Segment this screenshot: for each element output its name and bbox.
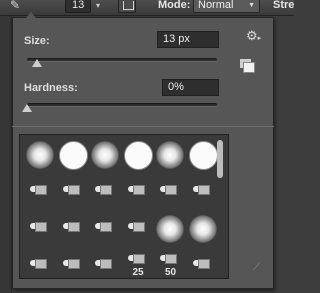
chevron-down-icon: ▼ — [248, 2, 255, 9]
resize-grip-icon[interactable]: ⟋ — [253, 262, 267, 274]
brush-preset-23[interactable]: 50 — [155, 251, 186, 278]
brush-preset-8[interactable] — [58, 177, 89, 209]
brush-tip-icon — [160, 184, 178, 195]
brush-preset-13[interactable] — [25, 214, 56, 246]
brush-preset-10[interactable] — [123, 177, 154, 209]
chevron-down-icon[interactable]: ▾ — [92, 0, 104, 12]
brush-tip-icon — [160, 253, 178, 264]
brush-preset-21[interactable] — [90, 251, 121, 278]
strength-label: Stre — [273, 0, 295, 11]
brush-tip-icon — [127, 253, 146, 264]
panel-icon — [123, 1, 134, 10]
brush-preset-2[interactable] — [58, 140, 89, 172]
brush-size-label: 50 — [164, 267, 177, 278]
brush-preset-19[interactable] — [25, 251, 56, 278]
brush-preset-14[interactable] — [58, 214, 89, 246]
size-label: Size: — [24, 35, 50, 47]
mode-select-value: Normal — [198, 0, 234, 11]
hardness-slider[interactable] — [27, 103, 217, 107]
brush-preset-22[interactable]: 25 — [123, 251, 154, 278]
brush-preset-5[interactable] — [155, 140, 186, 172]
soft-round-brush-icon — [91, 141, 119, 169]
brush-tip-icon — [62, 184, 81, 195]
soft-round-brush-icon — [156, 215, 184, 243]
brush-tip-icon — [95, 184, 113, 195]
new-preset-icon[interactable] — [240, 59, 255, 73]
brush-preset-grid: 25 50 — [19, 134, 229, 279]
hard-round-brush-icon — [58, 141, 88, 170]
hard-round-brush-icon — [123, 141, 153, 170]
brush-tip-icon — [95, 221, 113, 232]
brush-preset-18[interactable] — [188, 214, 219, 246]
brush-tip-icon — [30, 184, 48, 195]
hardness-label: Hardness: — [24, 82, 78, 94]
size-slider-thumb[interactable] — [31, 59, 42, 67]
size-slider[interactable] — [27, 58, 217, 62]
brush-tip-icon — [30, 258, 48, 269]
brush-tip-icon — [192, 258, 211, 269]
brush-preset-7[interactable] — [25, 177, 56, 209]
brush-tip-icon — [30, 221, 48, 232]
brush-panel-toggle-button[interactable] — [118, 0, 136, 13]
tools-panel-edge — [0, 16, 12, 293]
brush-preset-15[interactable] — [90, 214, 121, 246]
soft-round-brush-icon — [26, 141, 54, 169]
mode-select[interactable]: Normal ▼ — [193, 0, 260, 13]
brush-tip-icon — [127, 221, 146, 232]
brush-preset-11[interactable] — [155, 177, 186, 209]
brush-tip-icon — [62, 221, 81, 232]
brush-preset-24[interactable] — [188, 251, 219, 278]
brush-tip-icon — [192, 184, 211, 195]
brush-tool-icon[interactable]: ✎ — [10, 0, 32, 12]
popup-pointer — [26, 12, 36, 18]
brush-preset-1[interactable] — [25, 140, 56, 172]
brush-preset-4[interactable] — [123, 140, 154, 172]
brush-preset-20[interactable] — [58, 251, 89, 278]
mode-label: Mode: — [158, 0, 191, 11]
brush-tip-icon — [127, 184, 146, 195]
brush-preset-17[interactable] — [155, 214, 186, 246]
hard-round-brush-icon — [188, 141, 218, 170]
hardness-field[interactable]: 0% — [162, 79, 219, 96]
brush-tip-icon — [95, 258, 113, 269]
brush-preset-16[interactable] — [123, 214, 154, 246]
brush-tip-icon — [62, 258, 81, 269]
brush-preset-6[interactable] — [188, 140, 219, 172]
gear-icon[interactable]: ⚙▸ — [246, 28, 266, 44]
preset-grid-scrollbar[interactable] — [217, 140, 223, 178]
soft-round-brush-icon — [156, 141, 184, 169]
size-field[interactable]: 13 px — [157, 31, 219, 48]
brush-preset-3[interactable] — [90, 140, 121, 172]
hardness-slider-thumb[interactable] — [22, 104, 32, 112]
brush-size-field[interactable]: 13 — [65, 0, 91, 13]
brush-size-label: 25 — [132, 267, 144, 278]
soft-round-brush-icon — [188, 215, 217, 243]
brush-preset-12[interactable] — [188, 177, 219, 209]
divider — [12, 126, 274, 127]
brush-preset-9[interactable] — [90, 177, 121, 209]
